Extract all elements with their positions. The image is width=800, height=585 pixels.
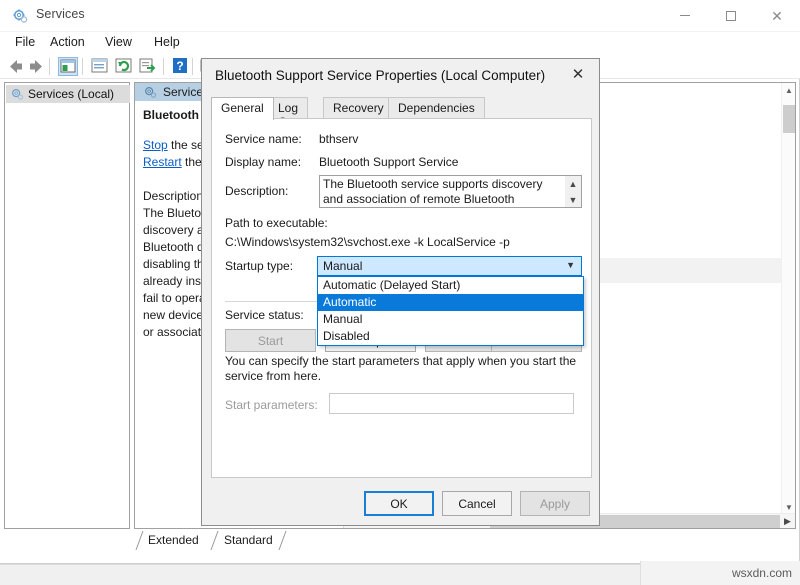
- chevron-right-icon[interactable]: ▶: [780, 514, 795, 528]
- startup-type-dropdown-list[interactable]: Automatic (Delayed Start)AutomaticManual…: [317, 276, 584, 346]
- start-parameters-hint: You can specify the start parameters tha…: [225, 354, 583, 384]
- general-tab-panel: Service name: bthserv Display name: Blue…: [211, 118, 592, 478]
- tab-standard[interactable]: Standard: [212, 531, 283, 551]
- chevron-up-icon[interactable]: ▲: [565, 176, 581, 191]
- maximize-icon: [726, 11, 736, 21]
- path-to-executable-label: Path to executable:: [225, 216, 328, 230]
- toolbar-separator-2: [82, 58, 83, 75]
- tab-log-on[interactable]: Log On: [268, 97, 308, 119]
- path-to-executable-value: C:\Windows\system32\svchost.exe -k Local…: [225, 235, 510, 249]
- maximize-button[interactable]: [708, 0, 754, 31]
- start-service-button[interactable]: Start: [225, 329, 316, 352]
- start-parameters-input[interactable]: [329, 393, 574, 414]
- description-scrollbar[interactable]: ▲ ▼: [565, 176, 581, 207]
- toolbar-separator-4: [192, 58, 193, 75]
- display-name-value: Bluetooth Support Service: [319, 155, 458, 169]
- chevron-down-icon[interactable]: ▼: [782, 500, 796, 514]
- tab-left-edge: [135, 531, 144, 551]
- service-name-value: bthserv: [319, 132, 358, 146]
- menu-view[interactable]: View: [99, 34, 138, 52]
- toolbar-separator: [49, 58, 50, 75]
- window-title: Services: [36, 7, 85, 21]
- console-tree-pane: Services (Local): [4, 82, 130, 529]
- display-name-label: Display name:: [225, 155, 301, 169]
- service-status-label: Service status:: [225, 308, 304, 322]
- dropdown-option-1[interactable]: Automatic: [318, 294, 583, 311]
- menu-file[interactable]: File: [9, 34, 41, 52]
- svg-text:?: ?: [176, 59, 183, 73]
- apply-button[interactable]: Apply: [520, 491, 590, 516]
- show-hide-tree-icon[interactable]: [58, 57, 78, 76]
- screen-root: Services ✕ File Action View Help: [0, 0, 800, 585]
- dialog-title: Bluetooth Support Service Properties (Lo…: [215, 68, 545, 83]
- tab-recovery[interactable]: Recovery: [323, 97, 394, 119]
- properties-icon[interactable]: [90, 57, 110, 76]
- back-arrow-icon[interactable]: [6, 57, 26, 76]
- dialog-body: General Log On Recovery Dependencies Ser…: [211, 97, 592, 478]
- startup-type-label: Startup type:: [225, 259, 293, 273]
- tree-item-services-local[interactable]: Services (Local): [6, 85, 130, 103]
- dropdown-option-3[interactable]: Disabled: [318, 328, 583, 345]
- menu-action[interactable]: Action: [44, 34, 91, 52]
- stop-service-link[interactable]: Stop: [143, 138, 168, 152]
- tab-dependencies-label: Dependencies: [398, 101, 475, 115]
- services-gear-icon: [12, 8, 28, 24]
- help-icon[interactable]: ?: [171, 57, 191, 76]
- tab-standard-label: Standard: [224, 533, 273, 547]
- ok-button-label: OK: [390, 497, 407, 511]
- service-name-label: Service name:: [225, 132, 302, 146]
- close-icon: ✕: [572, 65, 585, 83]
- tab-general-label: General: [221, 101, 264, 115]
- window-titlebar: Services ✕: [0, 0, 800, 32]
- cancel-button-label: Cancel: [458, 497, 495, 511]
- tab-recovery-label: Recovery: [333, 101, 384, 115]
- chevron-up-icon[interactable]: ▲: [782, 83, 796, 97]
- scrollbar-thumb[interactable]: [783, 105, 795, 133]
- tab-left-edge: [210, 531, 219, 551]
- description-label: Description:: [225, 184, 288, 198]
- tab-general[interactable]: General: [211, 97, 274, 120]
- tab-extended[interactable]: Extended: [136, 531, 209, 551]
- dropdown-option-0[interactable]: Automatic (Delayed Start): [318, 277, 583, 294]
- cancel-button[interactable]: Cancel: [442, 491, 512, 516]
- minimize-icon: [680, 15, 690, 16]
- forward-arrow-icon[interactable]: [26, 57, 46, 76]
- service-properties-dialog: Bluetooth Support Service Properties (Lo…: [201, 58, 600, 526]
- description-textarea[interactable]: The Bluetooth service supports discovery…: [319, 175, 582, 208]
- close-icon: ✕: [771, 9, 783, 23]
- chevron-down-icon[interactable]: ▼: [565, 192, 581, 207]
- close-button[interactable]: ✕: [754, 0, 800, 31]
- description-text: The Bluetooth service supports discovery…: [323, 177, 555, 208]
- export-list-icon[interactable]: [138, 57, 158, 76]
- watermark-text: wsxdn.com: [732, 566, 792, 580]
- minimize-button[interactable]: [662, 0, 708, 31]
- restart-service-link[interactable]: Restart: [143, 155, 182, 169]
- view-tab-strip: Extended Standard: [134, 531, 796, 553]
- tab-dependencies[interactable]: Dependencies: [388, 97, 485, 119]
- tab-extended-label: Extended: [148, 533, 199, 547]
- startup-type-value: Manual: [323, 259, 362, 273]
- chevron-down-icon: ▼: [566, 260, 575, 270]
- services-gear-icon: [143, 85, 157, 99]
- dialog-footer: OK Cancel Apply: [202, 481, 601, 525]
- vertical-scrollbar[interactable]: ▲ ▼: [781, 83, 795, 514]
- dropdown-option-2[interactable]: Manual: [318, 311, 583, 328]
- refresh-icon[interactable]: [114, 57, 134, 76]
- startup-type-combobox[interactable]: Manual ▼: [317, 256, 582, 276]
- toolbar-separator-3: [163, 58, 164, 75]
- dialog-close-button[interactable]: ✕: [557, 59, 599, 89]
- menu-help[interactable]: Help: [148, 34, 186, 52]
- ok-button[interactable]: OK: [364, 491, 434, 516]
- start-parameters-label: Start parameters:: [225, 398, 318, 412]
- apply-button-label: Apply: [540, 497, 570, 511]
- tab-right-edge: [278, 531, 287, 551]
- services-gear-icon: [10, 87, 24, 101]
- start-button-label: Start: [258, 334, 283, 348]
- menu-bar: File Action View Help: [0, 32, 800, 54]
